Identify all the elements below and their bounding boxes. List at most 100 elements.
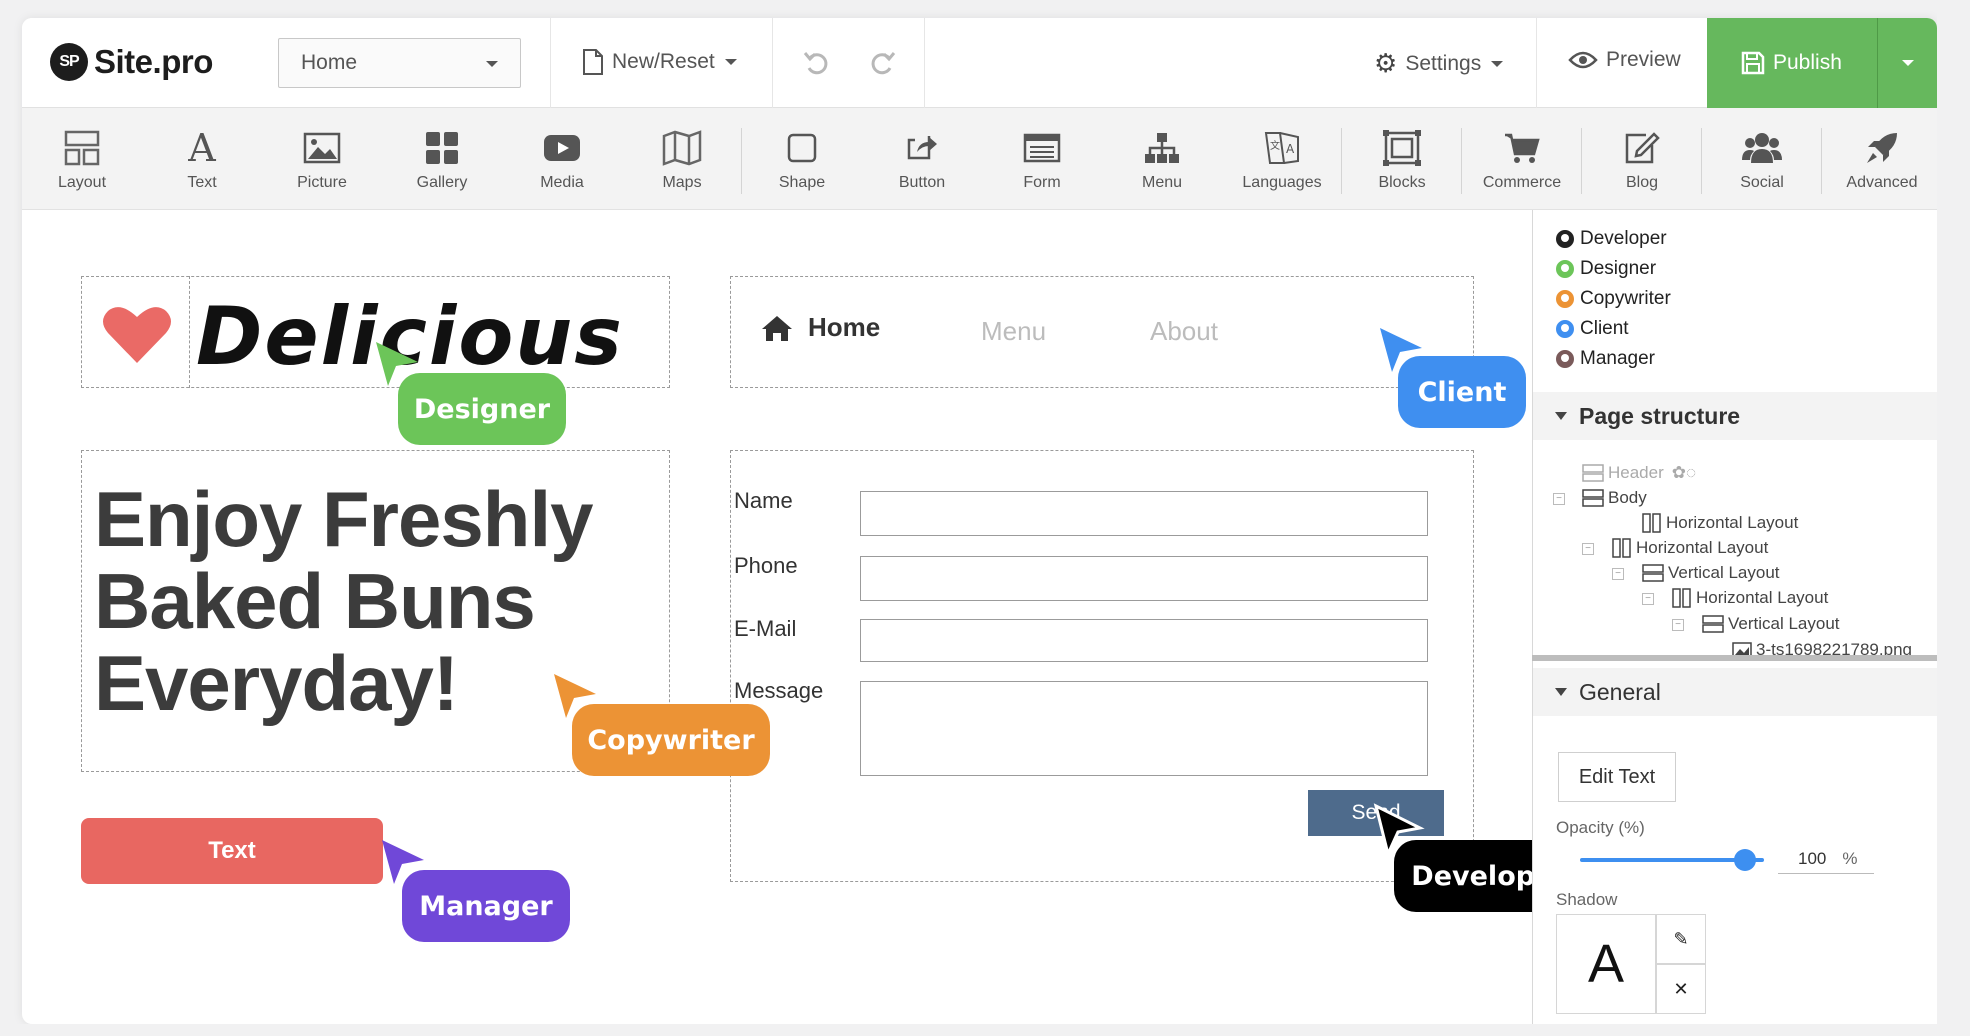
role-designer[interactable]: Designer: [1556, 258, 1656, 280]
tree-item-horizontal-layout[interactable]: Horizontal Layout: [1672, 588, 1828, 608]
name-input[interactable]: [860, 491, 1428, 536]
map-icon: [661, 128, 703, 168]
user-icon: [1556, 350, 1574, 368]
tool-form[interactable]: Form: [982, 108, 1102, 210]
page-select[interactable]: Home: [278, 38, 521, 88]
email-input[interactable]: [860, 619, 1428, 662]
collapse-icon[interactable]: −: [1553, 493, 1565, 505]
phone-input[interactable]: [860, 556, 1428, 601]
collapse-icon[interactable]: −: [1642, 593, 1654, 605]
collapse-icon[interactable]: −: [1582, 543, 1594, 555]
user-icon: [1556, 260, 1574, 278]
share-icon: [901, 128, 943, 168]
eye-icon: [1568, 51, 1598, 69]
role-label: Copywriter: [1580, 288, 1671, 309]
general-title: General: [1579, 678, 1661, 705]
tool-label: Languages: [1242, 174, 1322, 191]
undo-icon[interactable]: [802, 48, 832, 78]
tool-button[interactable]: Button: [862, 108, 982, 210]
tree-item-body[interactable]: Body: [1582, 488, 1647, 508]
tree-item-vertical-layout[interactable]: Vertical Layout: [1642, 563, 1780, 583]
tool-label: Advanced: [1846, 174, 1918, 191]
user-icon: [1556, 290, 1574, 308]
tree-label: Header: [1608, 463, 1664, 482]
settings-button[interactable]: ⚙ Settings: [1374, 48, 1504, 79]
role-copywriter[interactable]: Copywriter: [1556, 288, 1671, 310]
tool-gallery[interactable]: Gallery: [382, 108, 502, 210]
close-icon: ✕: [1673, 978, 1689, 999]
tool-label: Blocks: [1378, 174, 1426, 191]
chevron-down-icon: [486, 61, 498, 67]
tool-social[interactable]: Social: [1702, 108, 1822, 210]
edit-text-button[interactable]: Edit Text: [1558, 752, 1676, 802]
page-structure-header[interactable]: Page structure: [1533, 392, 1938, 440]
tree-item-vertical-layout[interactable]: Vertical Layout: [1702, 614, 1840, 634]
column-layout-icon: [1612, 538, 1631, 558]
blocks-icon: [1381, 128, 1423, 168]
redo-icon[interactable]: [867, 48, 897, 78]
new-reset-button[interactable]: New/Reset: [582, 48, 737, 76]
form-label-message: Message: [734, 678, 824, 703]
tool-text[interactable]: A Text: [142, 108, 262, 210]
tool-blocks[interactable]: Blocks: [1342, 108, 1462, 210]
tool-advanced[interactable]: Advanced: [1822, 108, 1937, 210]
tool-blog[interactable]: Blog: [1582, 108, 1702, 210]
publish-options-button[interactable]: [1877, 18, 1937, 108]
svg-text:文: 文: [1270, 139, 1280, 152]
home-icon: [762, 315, 792, 341]
tree-item-header[interactable]: Header ✿◌: [1582, 463, 1696, 483]
tool-label: Gallery: [416, 174, 468, 191]
tool-label: Media: [540, 174, 584, 191]
tool-commerce[interactable]: Commerce: [1462, 108, 1582, 210]
general-header[interactable]: General: [1533, 668, 1938, 716]
picture-icon: [301, 128, 343, 168]
nav-about[interactable]: About: [1150, 316, 1218, 347]
page-select-value: Home: [301, 51, 358, 74]
site-pro-logo[interactable]: SP Site.pro: [50, 43, 213, 81]
role-label: Developer: [1580, 228, 1667, 249]
text-button[interactable]: Text: [81, 818, 383, 884]
publish-button[interactable]: Publish: [1707, 18, 1877, 108]
role-developer[interactable]: Developer: [1556, 228, 1667, 250]
opacity-slider-handle[interactable]: [1734, 849, 1756, 871]
tree-label: Body: [1608, 488, 1647, 507]
gallery-icon: [421, 128, 463, 168]
tool-layout[interactable]: Layout: [22, 108, 142, 210]
page-structure-title: Page structure: [1579, 402, 1741, 429]
pencil-icon: ✎: [1673, 928, 1689, 949]
tool-media[interactable]: Media: [502, 108, 622, 210]
tool-languages[interactable]: A文 Languages: [1222, 108, 1342, 210]
new-reset-label: New/Reset: [612, 50, 715, 73]
nav-home[interactable]: Home: [760, 312, 880, 343]
tool-picture[interactable]: Picture: [262, 108, 382, 210]
tree-label: Horizontal Layout: [1636, 538, 1769, 557]
widget-toolbar: Layout A Text Picture Gallery Media Maps…: [22, 108, 1937, 210]
form-icon: [1021, 128, 1063, 168]
tool-label: Shape: [778, 174, 826, 191]
tool-maps[interactable]: Maps: [622, 108, 742, 210]
shadow-edit-button[interactable]: ✎: [1656, 914, 1706, 964]
opacity-input[interactable]: 100 %: [1778, 844, 1874, 874]
opacity-label: Opacity (%): [1556, 818, 1645, 837]
logo-mark: SP: [50, 43, 88, 81]
message-input[interactable]: [860, 681, 1428, 776]
logo-text: Site.pro: [94, 43, 213, 80]
nav-menu[interactable]: Menu: [981, 316, 1046, 347]
tool-menu[interactable]: Menu: [1102, 108, 1222, 210]
tree-item-horizontal-layout[interactable]: Horizontal Layout: [1642, 513, 1798, 533]
tree-item-horizontal-layout[interactable]: Horizontal Layout: [1612, 538, 1768, 558]
role-manager[interactable]: Manager: [1556, 348, 1655, 370]
tool-shape[interactable]: Shape: [742, 108, 862, 210]
tool-label: Form: [1023, 174, 1061, 191]
panel-resize-handle[interactable]: [1532, 655, 1937, 661]
nav-home-label: Home: [808, 312, 881, 342]
role-client[interactable]: Client: [1556, 318, 1629, 340]
collapse-icon[interactable]: −: [1672, 619, 1684, 631]
row-layout-icon: [1702, 615, 1724, 633]
preview-button[interactable]: Preview: [1568, 48, 1681, 72]
publish-group: Publish: [1707, 18, 1937, 108]
collapse-icon[interactable]: −: [1612, 568, 1624, 580]
manager-badge: Manager: [402, 870, 570, 942]
shadow-preview[interactable]: A: [1556, 914, 1656, 1014]
shadow-remove-button[interactable]: ✕: [1656, 964, 1706, 1014]
